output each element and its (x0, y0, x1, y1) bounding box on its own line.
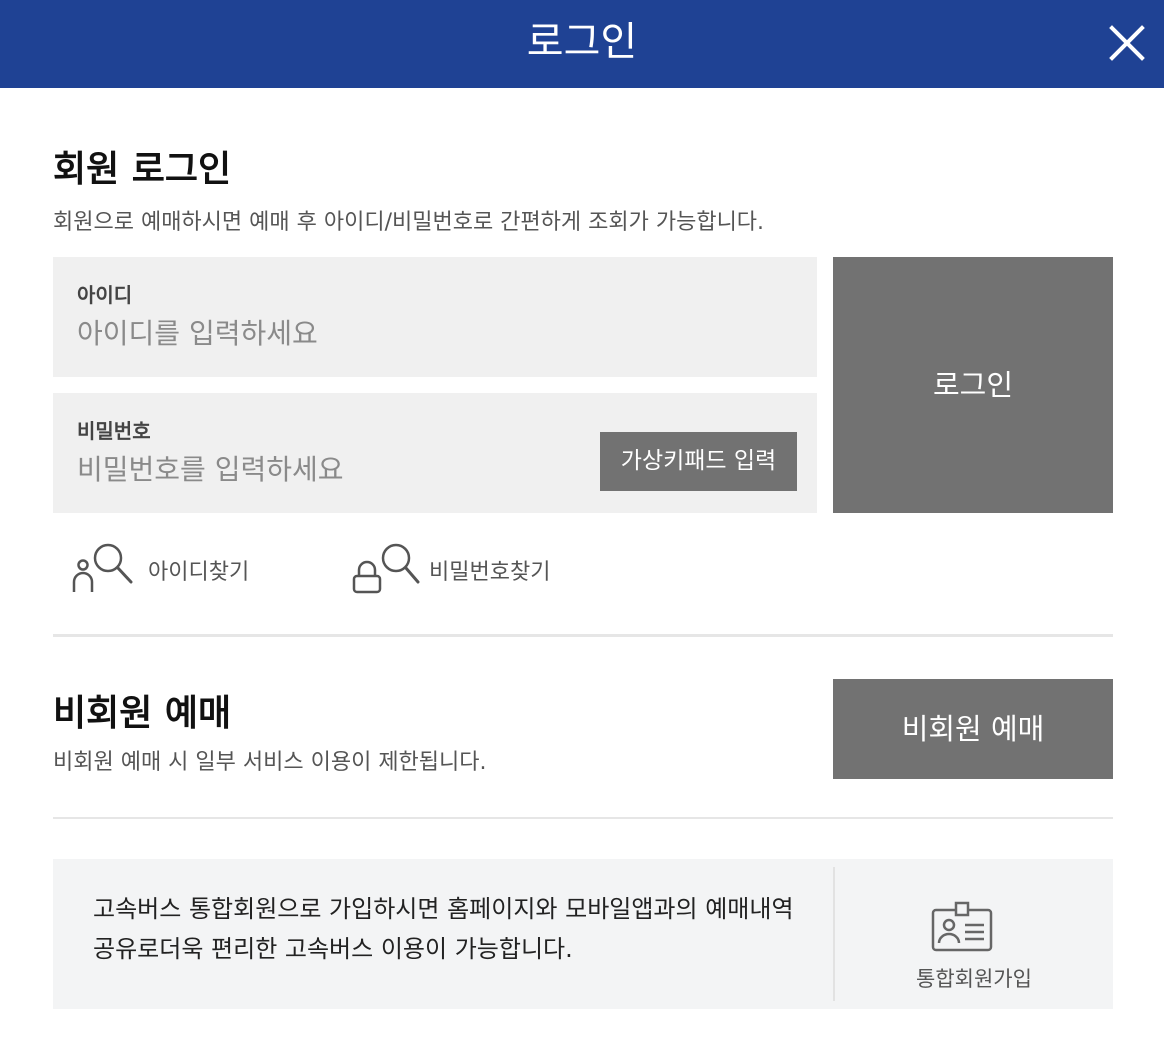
password-field-box: 비밀번호 가상키패드 입력 (53, 393, 817, 513)
id-card-icon (931, 901, 993, 952)
guest-booking-title: 비회원 예매 (53, 693, 232, 734)
header-bar: 로그인 (0, 0, 1164, 88)
login-button[interactable]: 로그인 (833, 257, 1113, 513)
section-divider (53, 634, 1113, 637)
join-membership-button[interactable]: 통합회원가입 (835, 859, 1113, 1009)
close-icon (1109, 25, 1145, 61)
section-divider-thin (53, 817, 1113, 819)
membership-promo: 고속버스 통합회원으로 가입하시면 홈페이지와 모바일앱과의 예매내역 공유로더… (53, 859, 1113, 1009)
page-title: 로그인 (526, 19, 638, 65)
id-field-box: 아이디 (53, 257, 817, 377)
promo-text: 고속버스 통합회원으로 가입하시면 홈페이지와 모바일앱과의 예매내역 공유로더… (93, 895, 794, 963)
close-button[interactable] (1098, 14, 1156, 72)
find-id-link[interactable]: 아이디찾기 (72, 540, 272, 596)
join-membership-label: 통합회원가입 (916, 967, 1032, 991)
password-field-label: 비밀번호 (77, 419, 151, 443)
id-field-label: 아이디 (77, 283, 133, 307)
member-login-title: 회원 로그인 (53, 149, 232, 190)
find-id-label: 아이디찾기 (148, 560, 250, 585)
password-input[interactable] (77, 449, 577, 489)
guest-booking-description: 비회원 예매 시 일부 서비스 이용이 제한됩니다. (53, 750, 487, 775)
id-input[interactable] (77, 313, 577, 353)
member-login-description: 회원으로 예매하시면 예매 후 아이디/비밀번호로 간편하게 조회가 가능합니다… (53, 210, 765, 235)
find-password-link[interactable]: 비밀번호찾기 (352, 540, 572, 596)
lock-search-icon (352, 543, 420, 594)
virtual-keypad-button[interactable]: 가상키패드 입력 (600, 432, 797, 491)
user-search-icon (72, 543, 133, 592)
guest-booking-button[interactable]: 비회원 예매 (833, 679, 1113, 779)
find-password-label: 비밀번호찾기 (429, 560, 551, 585)
